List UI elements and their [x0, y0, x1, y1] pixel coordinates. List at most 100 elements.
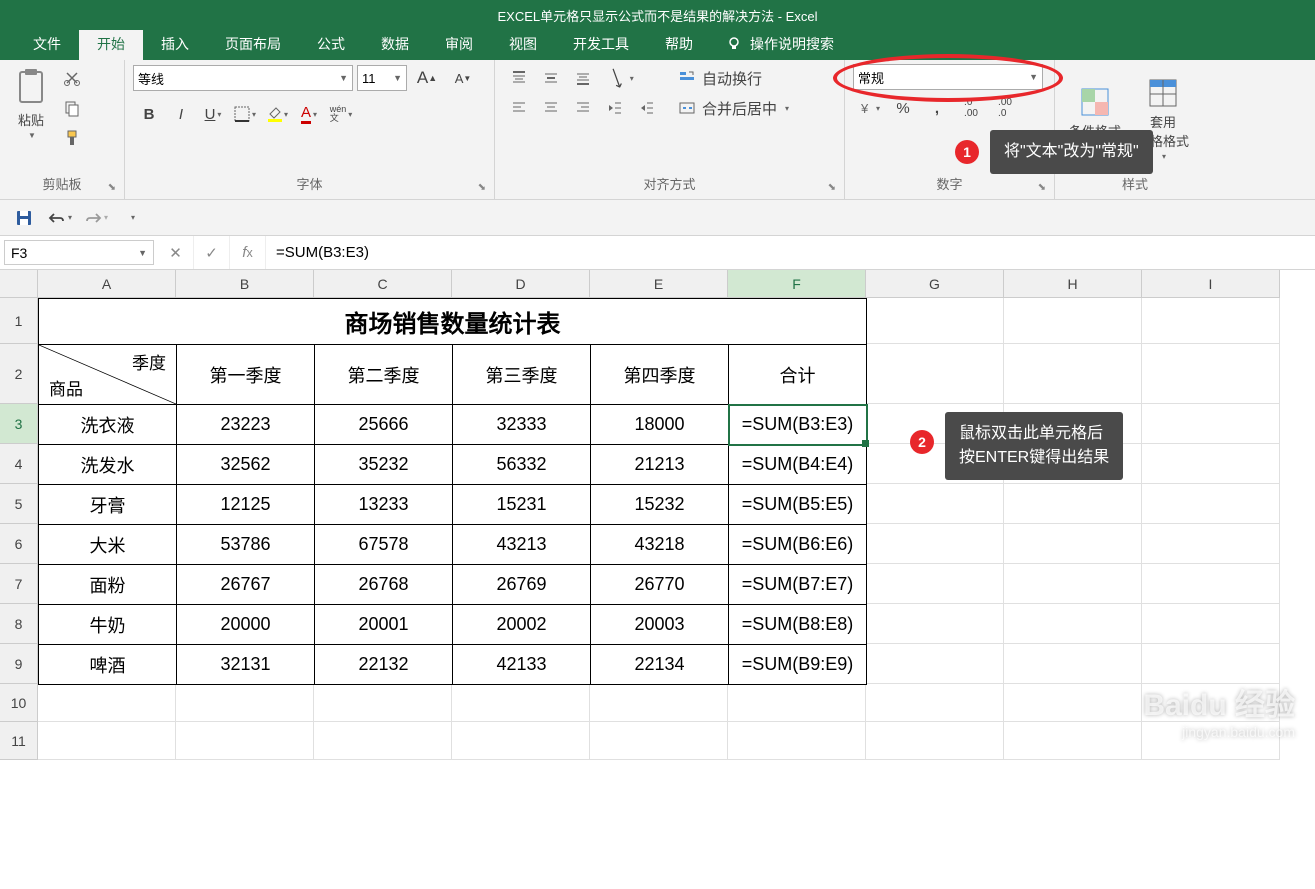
data-cell[interactable]: 12125 — [177, 485, 315, 525]
cell[interactable] — [1142, 484, 1280, 524]
tab-视图[interactable]: 视图 — [491, 28, 555, 60]
cell[interactable] — [314, 722, 452, 760]
cell[interactable] — [590, 684, 728, 722]
cell[interactable] — [314, 684, 452, 722]
font-color-button[interactable]: A▾ — [293, 100, 325, 128]
cell[interactable] — [1004, 722, 1142, 760]
tab-公式[interactable]: 公式 — [299, 28, 363, 60]
insert-function-button[interactable]: fx — [230, 236, 266, 269]
cell[interactable] — [1142, 344, 1280, 404]
data-cell[interactable]: 15232 — [591, 485, 729, 525]
percent-button[interactable]: % — [887, 94, 919, 122]
data-cell[interactable]: =SUM(B5:E5) — [729, 485, 867, 525]
cell[interactable] — [1004, 604, 1142, 644]
row-header-4[interactable]: 4 — [0, 444, 38, 484]
data-cell[interactable]: 35232 — [315, 445, 453, 485]
data-cell[interactable]: 20001 — [315, 605, 453, 645]
data-cell[interactable]: 26768 — [315, 565, 453, 605]
col-header-C[interactable]: C — [314, 270, 452, 298]
redo-button[interactable]: ▾ — [82, 204, 110, 232]
name-box[interactable]: F3▼ — [4, 240, 154, 265]
copy-button[interactable] — [58, 94, 86, 122]
data-cell[interactable]: 32131 — [177, 645, 315, 685]
bold-button[interactable]: B — [133, 100, 165, 128]
row-header-1[interactable]: 1 — [0, 298, 38, 344]
row-header-6[interactable]: 6 — [0, 524, 38, 564]
data-cell[interactable]: 22134 — [591, 645, 729, 685]
tab-审阅[interactable]: 审阅 — [427, 28, 491, 60]
row-header-11[interactable]: 11 — [0, 722, 38, 760]
cell[interactable] — [452, 684, 590, 722]
cell[interactable] — [1142, 604, 1280, 644]
merge-center-button[interactable]: 合并后居中 ▾ — [677, 94, 817, 122]
underline-button[interactable]: U▾ — [197, 100, 229, 128]
increase-indent-button[interactable] — [631, 94, 663, 122]
cell[interactable] — [176, 684, 314, 722]
enter-formula-button[interactable]: ✓ — [194, 236, 230, 269]
increase-decimal-button[interactable]: .0.00 — [955, 94, 987, 122]
comma-button[interactable]: , — [921, 94, 953, 122]
tell-me-search[interactable]: 操作说明搜索 — [711, 28, 849, 60]
col-header-H[interactable]: H — [1004, 270, 1142, 298]
data-cell[interactable]: 20002 — [453, 605, 591, 645]
data-cell[interactable]: 15231 — [453, 485, 591, 525]
cell-grid[interactable]: 商场销售数量统计表季度商品第一季度第二季度第三季度第四季度合计洗衣液232232… — [38, 298, 1315, 760]
number-format-combo[interactable]: 常规▼ — [853, 64, 1043, 90]
data-cell[interactable]: =SUM(B9:E9) — [729, 645, 867, 685]
dialog-launcher-icon[interactable]: ⬊ — [828, 182, 836, 193]
dialog-launcher-icon[interactable]: ⬊ — [1038, 182, 1046, 193]
col-header-F[interactable]: F — [728, 270, 866, 298]
qat-customize-button[interactable]: ▾ — [118, 204, 146, 232]
cell[interactable] — [38, 722, 176, 760]
data-cell[interactable]: 26767 — [177, 565, 315, 605]
orientation-button[interactable]: ⟶▾ — [599, 64, 641, 92]
row-header-10[interactable]: 10 — [0, 684, 38, 722]
fill-handle[interactable] — [862, 440, 869, 447]
cell[interactable] — [728, 684, 866, 722]
align-right-button[interactable] — [567, 94, 599, 122]
cell[interactable] — [1142, 644, 1280, 684]
worksheet[interactable]: 1234567891011 ABCDEFGHI 商场销售数量统计表季度商品第一季… — [0, 270, 1315, 760]
cell[interactable] — [1142, 564, 1280, 604]
data-cell[interactable]: =SUM(B6:E6) — [729, 525, 867, 565]
data-cell[interactable]: 26770 — [591, 565, 729, 605]
cell[interactable] — [452, 722, 590, 760]
data-cell[interactable]: 20000 — [177, 605, 315, 645]
paste-button[interactable]: 粘贴 ▼ — [8, 64, 54, 144]
align-top-button[interactable] — [503, 64, 535, 92]
data-cell[interactable]: 23223 — [177, 405, 315, 445]
cell[interactable] — [1004, 524, 1142, 564]
wrap-text-button[interactable]: 自动换行 — [677, 64, 797, 92]
row-header-8[interactable]: 8 — [0, 604, 38, 644]
tab-文件[interactable]: 文件 — [15, 28, 79, 60]
col-header-E[interactable]: E — [590, 270, 728, 298]
cell[interactable] — [1004, 484, 1142, 524]
save-button[interactable] — [10, 204, 38, 232]
tab-帮助[interactable]: 帮助 — [647, 28, 711, 60]
cell[interactable] — [1142, 524, 1280, 564]
data-cell[interactable]: 43218 — [591, 525, 729, 565]
row-header-9[interactable]: 9 — [0, 644, 38, 684]
row-header-5[interactable]: 5 — [0, 484, 38, 524]
tab-开始[interactable]: 开始 — [79, 28, 143, 60]
decrease-decimal-button[interactable]: .00.0 — [989, 94, 1021, 122]
cell[interactable] — [590, 722, 728, 760]
cell[interactable] — [866, 644, 1004, 684]
col-header-G[interactable]: G — [866, 270, 1004, 298]
data-cell[interactable]: 21213 — [591, 445, 729, 485]
cell[interactable] — [1004, 684, 1142, 722]
data-cell[interactable]: 42133 — [453, 645, 591, 685]
data-cell[interactable]: =SUM(B3:E3) — [729, 405, 867, 445]
row-name[interactable]: 牙膏 — [39, 485, 177, 525]
col-header-B[interactable]: B — [176, 270, 314, 298]
cell[interactable] — [1004, 564, 1142, 604]
format-painter-button[interactable] — [58, 124, 86, 152]
cell[interactable] — [866, 484, 1004, 524]
cut-button[interactable] — [58, 64, 86, 92]
data-cell[interactable]: =SUM(B4:E4) — [729, 445, 867, 485]
row-name[interactable]: 牛奶 — [39, 605, 177, 645]
data-cell[interactable]: 32333 — [453, 405, 591, 445]
row-header-2[interactable]: 2 — [0, 344, 38, 404]
data-cell[interactable]: =SUM(B8:E8) — [729, 605, 867, 645]
cell[interactable] — [1004, 298, 1142, 344]
